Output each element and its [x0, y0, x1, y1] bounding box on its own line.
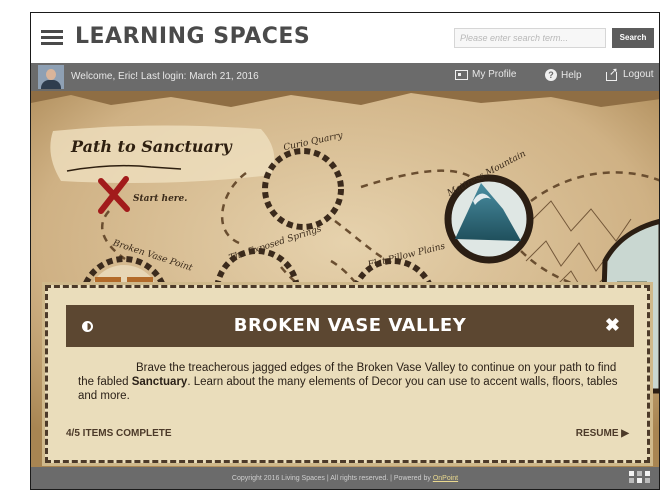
- user-bar: Welcome, Eric! Last login: March 21, 201…: [31, 63, 659, 91]
- module-title-bar: BROKEN VASE VALLEY ✖: [66, 305, 634, 347]
- welcome-text: Welcome, Eric! Last login: March 21, 201…: [71, 71, 259, 82]
- map-title: Path to Sanctuary: [71, 137, 232, 156]
- logout-link[interactable]: Logout: [606, 65, 654, 81]
- my-profile-link[interactable]: My Profile: [455, 69, 516, 80]
- logout-label: Logout: [623, 69, 654, 80]
- menu-icon[interactable]: [41, 30, 63, 46]
- logout-icon: [606, 65, 619, 81]
- app-title: LEARNING SPACES: [75, 24, 311, 49]
- onpoint-link[interactable]: OnPoint: [433, 475, 458, 482]
- help-link[interactable]: ? Help: [545, 69, 582, 81]
- description-highlight: Sanctuary: [131, 376, 188, 388]
- app-window: LEARNING SPACES Search Welcome, Eric! La…: [30, 12, 660, 490]
- progress-count: 4/5 ITEMS COMPLETE: [66, 428, 172, 439]
- close-icon[interactable]: ✖: [605, 315, 620, 336]
- top-header: LEARNING SPACES Search: [31, 13, 659, 63]
- help-label: Help: [561, 69, 582, 81]
- search-button[interactable]: Search: [612, 28, 654, 48]
- module-title: BROKEN VASE VALLEY: [233, 315, 467, 336]
- avatar[interactable]: [38, 65, 64, 89]
- resume-button[interactable]: RESUME ▶: [576, 428, 629, 439]
- my-profile-label: My Profile: [472, 69, 517, 80]
- footer: Copyright 2016 Living Spaces | All right…: [31, 467, 659, 489]
- search-input[interactable]: [454, 28, 606, 48]
- module-panel: BROKEN VASE VALLEY ✖ Brave the treachero…: [45, 285, 650, 463]
- help-icon: ?: [545, 69, 557, 81]
- copyright-text: Copyright 2016 Living Spaces | All right…: [231, 475, 433, 482]
- profile-card-icon: [455, 69, 468, 80]
- start-label: Start here.: [133, 194, 188, 204]
- living-spaces-logo-icon: [629, 471, 651, 487]
- module-description: Brave the treacherous jagged edges of th…: [78, 361, 623, 403]
